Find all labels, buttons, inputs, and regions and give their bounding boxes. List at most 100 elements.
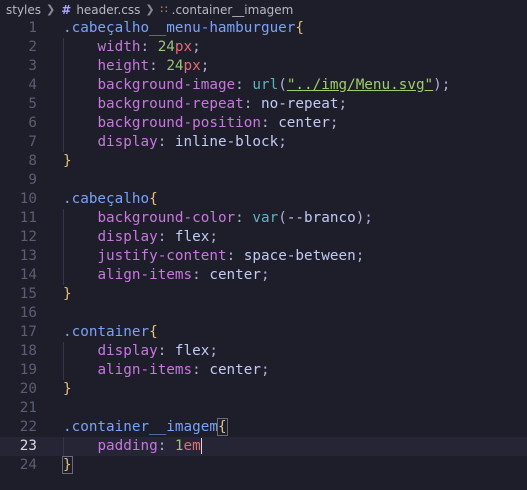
code-line[interactable]: 17 .container{ — [0, 323, 527, 342]
code-text: background-position: center; — [63, 114, 338, 133]
css-property: background-image — [97, 77, 236, 93]
code-text: } — [63, 152, 72, 171]
open-brace: { — [216, 418, 228, 436]
code-text: background-color: var(--branco); — [63, 209, 373, 228]
code-text: justify-content: space-between; — [63, 247, 364, 266]
code-line[interactable]: 15} — [0, 285, 527, 304]
code-line[interactable]: 6 background-position: center; — [0, 114, 527, 133]
colon: : — [157, 343, 175, 359]
code-text: .container{ — [63, 323, 158, 342]
css-value: no-repeat — [260, 96, 339, 112]
code-line[interactable]: 24} — [0, 456, 527, 475]
css-number: 24 — [157, 39, 175, 55]
css-unit: px — [174, 39, 193, 55]
code-line[interactable]: 4 background-image: url("../img/Menu.svg… — [0, 76, 527, 95]
colon: : — [192, 362, 210, 378]
terminator: ); — [355, 210, 373, 226]
code-editor[interactable]: styles ❯ # header.css ❯ ∷ .container__im… — [0, 0, 527, 490]
close-brace: } — [63, 381, 72, 397]
code-text: display: flex; — [63, 342, 218, 361]
code-line[interactable]: 18 display: flex; — [0, 342, 527, 361]
css-property: width — [97, 39, 141, 55]
css-number: 1 — [174, 438, 184, 454]
code-line[interactable]: 16 — [0, 304, 527, 323]
indent-guide — [63, 57, 64, 76]
code-line[interactable]: 23 padding: 1em — [0, 437, 527, 456]
css-unit: em — [183, 438, 201, 454]
colon: : — [235, 210, 253, 226]
colon: : — [157, 134, 175, 150]
code-line[interactable]: 2 width: 24px; — [0, 38, 527, 57]
breadcrumb-folder[interactable]: styles — [6, 3, 41, 17]
code-text: display: flex; — [63, 228, 218, 247]
css-property: display — [97, 134, 158, 150]
code-line[interactable]: 8} — [0, 152, 527, 171]
line-number: 15 — [19, 286, 37, 302]
indent-guide — [63, 133, 64, 152]
css-property: height — [97, 58, 150, 74]
line-number: 19 — [19, 362, 37, 378]
code-line[interactable]: 14 align-items: center; — [0, 266, 527, 285]
line-number: 8 — [28, 153, 37, 169]
breadcrumb-file[interactable]: header.css — [76, 3, 140, 17]
line-number: 14 — [19, 267, 37, 283]
indent-guide — [63, 95, 64, 114]
code-line[interactable]: 5 background-repeat: no-repeat; — [0, 95, 527, 114]
css-property: background-color — [97, 210, 236, 226]
indent-guide — [63, 437, 64, 456]
code-line[interactable]: 9 — [0, 171, 527, 190]
code-line[interactable]: 7 display: inline-block; — [0, 133, 527, 152]
terminator: ; — [209, 229, 218, 245]
css-value: --branco — [286, 210, 356, 226]
css-selector: .container__imagem — [63, 419, 218, 435]
line-number: 12 — [19, 229, 37, 245]
css-property: display — [97, 343, 158, 359]
css-number: 24 — [166, 58, 184, 74]
close-brace: } — [63, 286, 72, 302]
colon: : — [226, 248, 244, 264]
code-line[interactable]: 21 — [0, 399, 527, 418]
code-line[interactable]: 10 .cabeçalho{ — [0, 190, 527, 209]
open-brace: { — [149, 191, 158, 207]
css-value: center — [278, 115, 330, 131]
css-function: var — [252, 210, 279, 226]
css-selector: .container — [63, 324, 150, 340]
code-text: align-items: center; — [63, 266, 269, 285]
code-line[interactable]: 19 align-items: center; — [0, 361, 527, 380]
code-text: .container__imagem{ — [63, 418, 228, 437]
code-line[interactable]: 20} — [0, 380, 527, 399]
paren-open: ( — [278, 210, 287, 226]
line-number: 2 — [28, 39, 37, 55]
code-line[interactable]: 11 background-color: var(--branco); — [0, 209, 527, 228]
code-line[interactable]: 13 justify-content: space-between; — [0, 247, 527, 266]
terminator: ); — [433, 77, 451, 93]
line-number: 24 — [19, 457, 37, 473]
breadcrumb-symbol[interactable]: .container__imagem — [172, 3, 294, 17]
css-property: background-repeat — [97, 96, 244, 112]
terminator: ; — [355, 248, 365, 264]
indent-guide — [63, 114, 64, 133]
code-area[interactable]: 1 .cabeçalho__menu-hamburguer{2 width: 24… — [0, 19, 527, 490]
code-line[interactable]: 12 display: flex; — [0, 228, 527, 247]
terminator: ; — [200, 58, 210, 74]
line-number: 4 — [28, 77, 37, 93]
line-number: 18 — [19, 343, 37, 359]
css-selector: .cabeçalho — [63, 191, 150, 207]
terminator: ; — [192, 39, 201, 55]
line-number: 9 — [28, 172, 37, 188]
css-property: align-items — [97, 362, 193, 378]
code-line[interactable]: 3 height: 24px; — [0, 57, 527, 76]
code-line[interactable]: 22 .container__imagem{ — [0, 418, 527, 437]
code-line[interactable]: 1 .cabeçalho__menu-hamburguer{ — [0, 19, 527, 38]
indent-guide — [63, 209, 64, 228]
line-number: 20 — [19, 381, 37, 397]
css-hash-icon: # — [61, 2, 72, 17]
